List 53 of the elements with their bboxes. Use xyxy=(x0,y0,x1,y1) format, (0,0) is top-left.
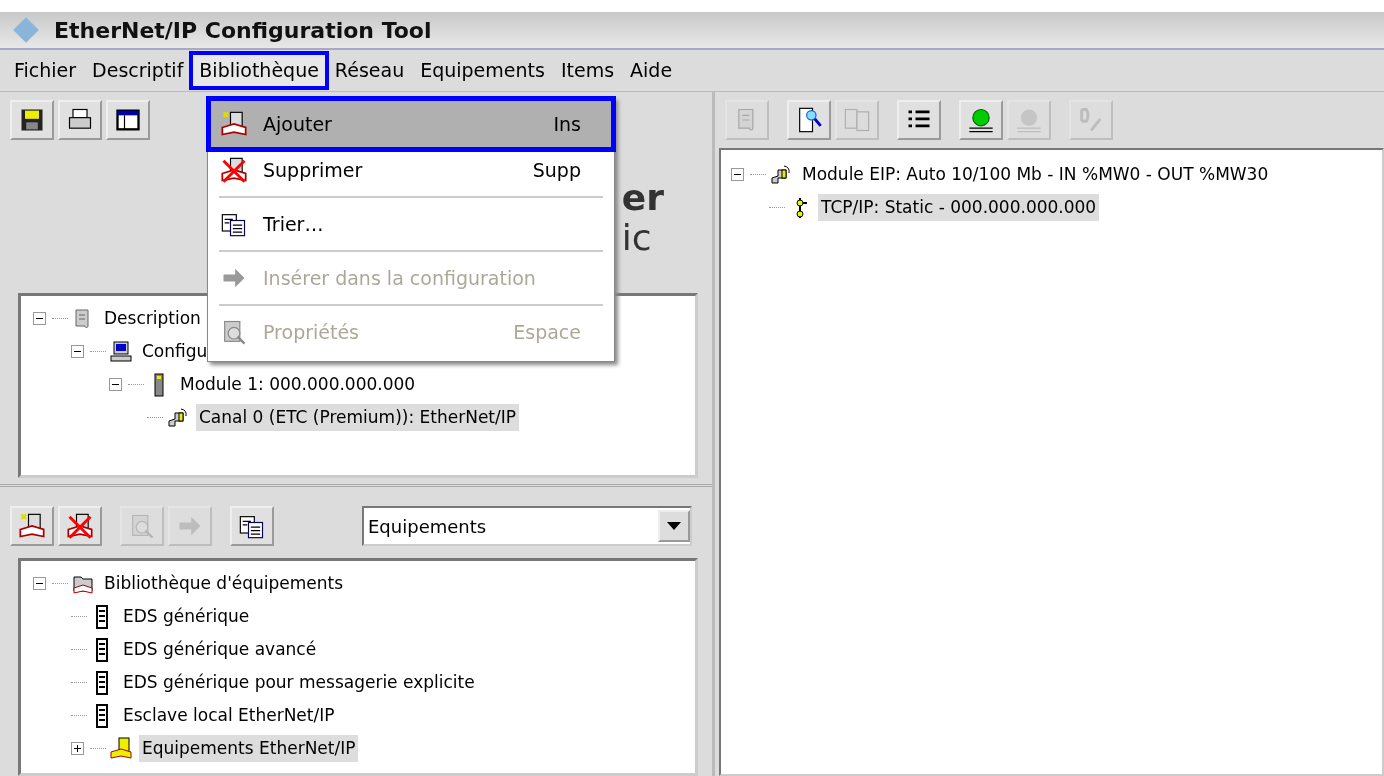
collapse-icon[interactable] xyxy=(71,345,84,358)
menu-item[interactable]: Items xyxy=(552,53,623,88)
tree-item[interactable]: EDS générique avancé xyxy=(120,635,320,664)
toolbar-button[interactable] xyxy=(106,100,150,140)
expand-icon[interactable] xyxy=(71,742,84,755)
toolbar-button[interactable] xyxy=(58,100,102,140)
two-documents-icon xyxy=(843,106,871,134)
tree-item[interactable]: Canal 0 (ETC (Premium)): EtherNet/IP xyxy=(196,403,519,432)
logo-text: ic xyxy=(621,217,653,258)
toolbar-button[interactable] xyxy=(897,100,941,140)
tree-item[interactable]: Equipements EtherNet/IP xyxy=(139,734,359,763)
book-delete-icon xyxy=(220,156,248,184)
tree-item[interactable]: Configu xyxy=(139,337,211,366)
toolbar-button[interactable] xyxy=(10,100,54,140)
menu-item[interactable]: Bibliothèque xyxy=(191,53,327,88)
tree-item[interactable]: Module EIP: Auto 10/100 Mb - IN %MW0 - OUT %MW30 xyxy=(799,160,1272,189)
menu-item[interactable]: Equipements xyxy=(412,53,553,88)
tree-item[interactable]: Description xyxy=(101,304,204,333)
toolbar-button[interactable] xyxy=(959,100,1003,140)
menu-item[interactable]: Descriptif xyxy=(84,53,192,88)
toolbar-button[interactable] xyxy=(787,100,831,140)
menu-item[interactable]: Fichier xyxy=(6,53,85,88)
menu-item[interactable]: Supprimer Supp xyxy=(211,147,611,193)
window-title: EtherNet/IP Configuration Tool xyxy=(54,16,432,45)
logo-text: er xyxy=(621,178,664,218)
menu-item[interactable]: Réseau xyxy=(326,53,413,88)
tree-item[interactable]: EDS générique xyxy=(120,602,253,631)
filter-dropdown[interactable]: Equipements xyxy=(362,506,692,546)
collapse-icon[interactable] xyxy=(33,312,46,325)
toolbar-button[interactable] xyxy=(230,506,274,546)
app-diamond-icon xyxy=(12,16,40,44)
dropdown-caret-icon xyxy=(667,522,681,530)
device-folder-icon xyxy=(109,736,133,761)
menu-item[interactable]: Trier… xyxy=(211,201,611,247)
status-light-icon xyxy=(967,106,995,134)
collapse-icon[interactable] xyxy=(33,577,46,590)
collapse-icon[interactable] xyxy=(109,378,122,391)
connector-icon xyxy=(166,405,190,430)
tree-item[interactable]: Module 1: 000.000.000.000 xyxy=(177,370,419,399)
menu-item[interactable]: Aide xyxy=(622,53,681,88)
tree-item[interactable]: TCP/IP: Static - 000.000.000.000 xyxy=(818,193,1100,222)
book-delete-icon xyxy=(66,512,94,540)
book-add-icon xyxy=(220,110,248,138)
toolbar-button[interactable] xyxy=(58,506,102,546)
computer-icon xyxy=(109,339,133,364)
tree-item[interactable]: EDS générique pour messagerie explicite xyxy=(120,668,478,697)
collapse-icon[interactable] xyxy=(731,168,744,181)
book-add-icon xyxy=(18,512,46,540)
dropdown-value: Equipements xyxy=(368,514,487,539)
tree-item[interactable]: Bibliothèque d'équipements xyxy=(101,569,347,598)
toolbar-button[interactable] xyxy=(10,506,54,546)
connector-icon xyxy=(769,162,793,187)
tree-item[interactable]: Esclave local EtherNet/IP xyxy=(120,701,338,730)
